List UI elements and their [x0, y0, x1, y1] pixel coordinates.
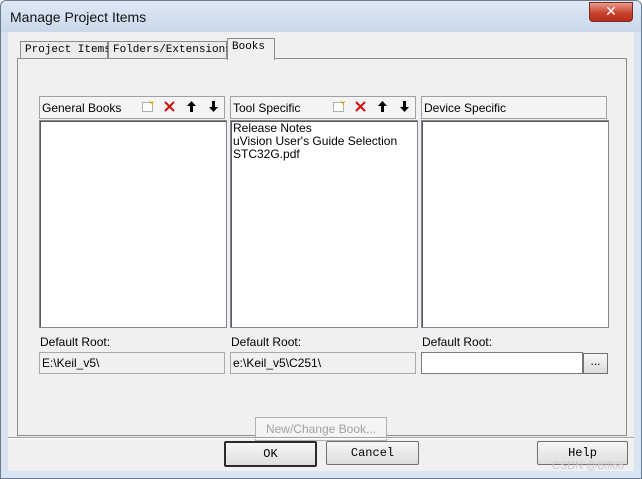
delete-icon[interactable] [351, 99, 370, 117]
general-books-list[interactable] [39, 120, 227, 328]
general-default-root-label: Default Root: [40, 335, 111, 349]
tab-project-items[interactable]: Project Items [20, 41, 111, 59]
list-item[interactable]: STC32G.pdf [233, 148, 415, 161]
move-down-icon[interactable] [395, 99, 414, 117]
books-tab-panel: General Books Default Root: E:\Keil_v5\ … [17, 58, 627, 441]
new-icon[interactable] [329, 99, 348, 117]
cancel-button[interactable]: Cancel [326, 441, 419, 465]
window-title: Manage Project Items [10, 9, 147, 25]
tab-books[interactable]: Books [227, 38, 275, 60]
device-default-root-label: Default Root: [422, 335, 493, 349]
close-icon: ✕ [605, 4, 617, 20]
device-specific-header: Device Specific [421, 96, 607, 119]
close-button[interactable]: ✕ [589, 2, 633, 22]
watermark: CSDN @Bill66 [552, 460, 625, 472]
general-books-title: General Books [42, 101, 122, 115]
move-down-icon[interactable] [204, 99, 223, 117]
title-bar[interactable]: Manage Project Items ✕ [1, 1, 641, 32]
move-up-icon[interactable] [373, 99, 392, 117]
device-specific-title: Device Specific [424, 101, 507, 115]
tab-folders-extensions[interactable]: Folders/Extensions [108, 41, 232, 59]
tool-specific-list[interactable]: Release Notes uVision User's Guide Selec… [230, 120, 418, 328]
new-icon[interactable] [138, 99, 157, 117]
tool-specific-header: Tool Specific [230, 96, 416, 119]
general-books-header: General Books [39, 96, 225, 119]
ok-button[interactable]: OK [224, 441, 317, 467]
tool-default-root-field: e:\Keil_v5\C251\ [230, 352, 416, 374]
move-up-icon[interactable] [182, 99, 201, 117]
device-default-root-input[interactable] [421, 352, 583, 374]
device-specific-list[interactable] [421, 120, 609, 328]
delete-icon[interactable] [160, 99, 179, 117]
general-default-root-field: E:\Keil_v5\ [39, 352, 225, 374]
tool-specific-title: Tool Specific [233, 101, 301, 115]
browse-button[interactable]: ... [583, 353, 608, 374]
button-separator [8, 437, 634, 439]
dialog-client: Project Items Folders/Extensions Books G… [8, 32, 634, 471]
tool-default-root-label: Default Root: [231, 335, 302, 349]
dialog-window: Manage Project Items ✕ Project Items Fol… [0, 0, 642, 479]
